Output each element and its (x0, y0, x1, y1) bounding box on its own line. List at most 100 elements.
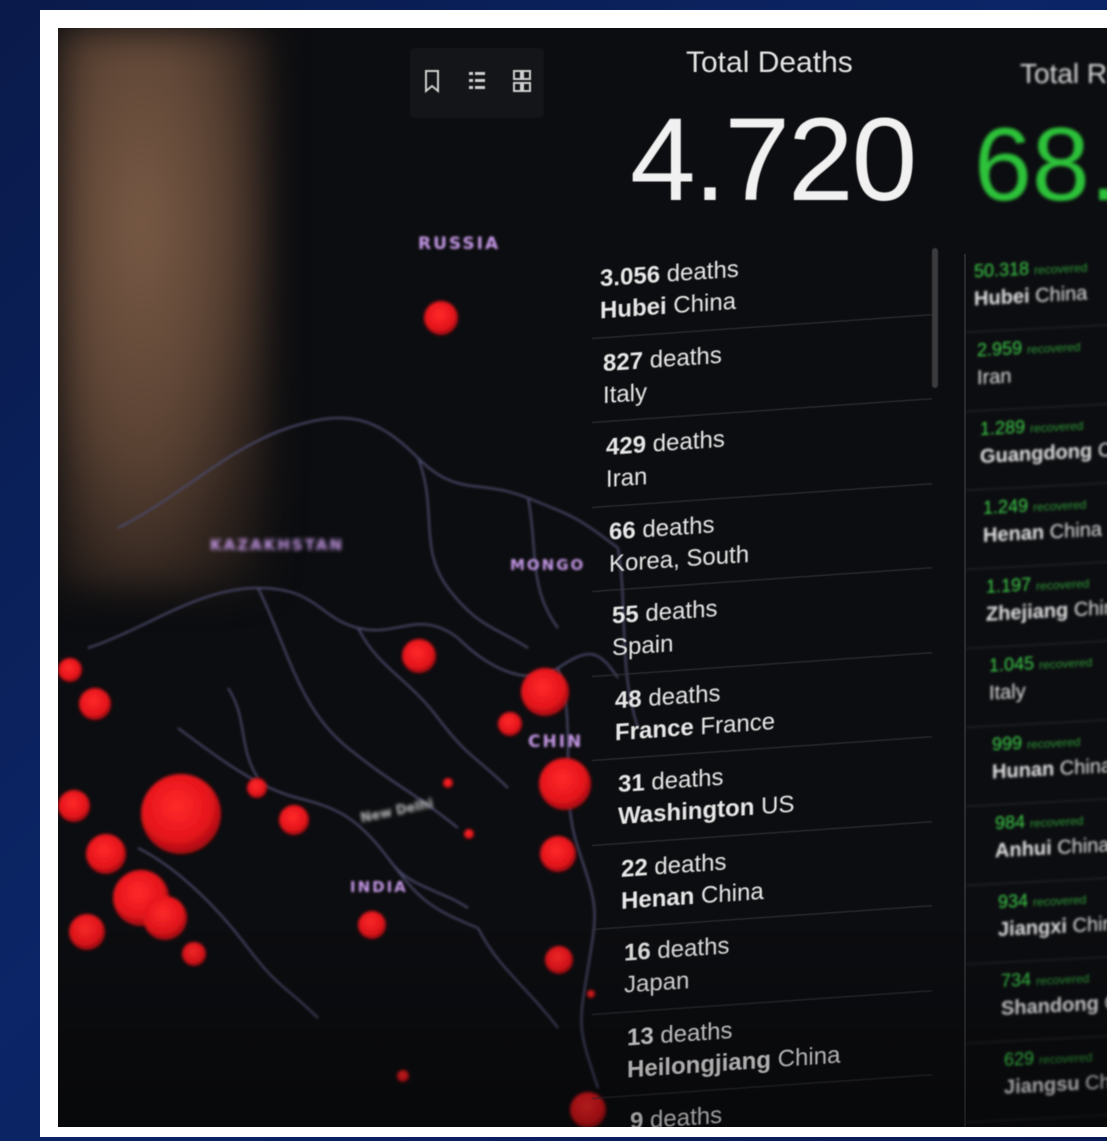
recovered-count: 1.249 (983, 495, 1029, 519)
map-label-india: INDIA (350, 878, 408, 896)
recovered-list-item[interactable]: 1.249 recovered Henan China (966, 483, 1107, 570)
death-unit: deaths (654, 848, 727, 881)
recovered-word: recovered (1034, 260, 1088, 278)
death-region: Korea, South (609, 540, 750, 578)
recovered-list-item[interactable]: 1.289 recovered Guangdong Chi (966, 404, 1107, 491)
recovered-list-item[interactable]: 734 recovered Shandong Ch (966, 957, 1107, 1044)
recovered-region: China (1059, 755, 1107, 780)
deaths-list: 3.056 deaths Hubei China 827 deaths Italy 4… (592, 230, 932, 1127)
death-count: 16 (624, 937, 651, 967)
recovered-list-item[interactable]: 999 recovered Hunan China (966, 720, 1107, 807)
recovered-list-item[interactable]: 984 recovered Anhui China (966, 799, 1107, 886)
recovered-list-item[interactable]: 1.045 recovered Italy (966, 641, 1107, 728)
recovered-region: Chi (1085, 1071, 1107, 1095)
recovered-word: recovered (1033, 892, 1087, 910)
deaths-list-scrollbar[interactable] (932, 248, 938, 388)
recovered-word: recovered (1030, 418, 1084, 436)
total-deaths-value: 4.720 (630, 94, 917, 226)
recovered-place: Jiangsu (1004, 1072, 1080, 1099)
death-unit: deaths (657, 932, 730, 965)
recovered-list-item[interactable]: 934 recovered Jiangxi China (966, 878, 1107, 965)
recovered-count: 984 (995, 811, 1026, 834)
death-count: 22 (621, 853, 648, 883)
recovered-region: Chi (1097, 438, 1107, 462)
recovered-place: Guangdong (980, 440, 1093, 469)
recovered-word: recovered (1036, 971, 1090, 989)
death-unit: deaths (666, 255, 739, 288)
recovered-region: Iran (977, 365, 1012, 390)
death-count: 827 (603, 346, 644, 377)
death-region: France (700, 707, 776, 740)
recovered-region: Italy (989, 680, 1026, 705)
death-place: France (615, 713, 694, 746)
recovered-count: 50.318 (974, 258, 1030, 282)
map-label-china: CHIN (528, 732, 584, 752)
map-label-kazakhstan: KAZAKHSTAN (210, 536, 344, 554)
recovered-place: Hubei (974, 285, 1030, 311)
death-place: Heilongjiang (627, 1045, 771, 1084)
death-place: Hubei (600, 292, 667, 325)
death-region: Spain (612, 630, 674, 662)
death-count: 66 (609, 516, 636, 546)
death-count: 55 (612, 600, 639, 630)
case-markers (58, 301, 606, 1127)
recovered-place: Anhui (995, 837, 1052, 863)
map-label-russia: RUSSIA (418, 234, 501, 254)
death-count: 429 (606, 431, 647, 462)
recovered-word: recovered (1039, 655, 1093, 673)
death-unit: deaths (648, 679, 721, 712)
dashboard-photo: RUSSIA KAZAKHSTAN MONGO CHIN INDIA New D… (58, 28, 1107, 1127)
recovered-region: China (1073, 596, 1107, 622)
map-toolbar (410, 48, 544, 118)
recovered-count: 2.959 (977, 337, 1023, 361)
recovered-word: recovered (1027, 734, 1081, 752)
death-unit: deaths (651, 763, 724, 796)
recovered-region: China (1057, 834, 1107, 860)
death-count: 3.056 (600, 261, 661, 293)
recovered-list: 50.318 recovered Hubei China 2.959 recover… (964, 246, 1107, 1127)
total-recovered-title: Total Re (1020, 58, 1107, 89)
recovered-count: 934 (998, 890, 1029, 913)
recovered-count: 1.289 (980, 416, 1026, 440)
death-region: Japan (624, 967, 690, 999)
recovered-word: recovered (1027, 339, 1081, 357)
death-count: 31 (618, 769, 645, 799)
grid-icon[interactable] (512, 68, 532, 99)
recovered-list-item[interactable]: 1.197 recovered Zhejiang China (966, 562, 1107, 649)
recovered-region: China (1049, 518, 1102, 544)
recovered-count: 629 (1004, 1048, 1035, 1070)
death-region: China (673, 287, 737, 320)
death-count: 9 (630, 1107, 644, 1127)
recovered-word: recovered (1030, 813, 1084, 831)
recovered-place: Shandong (1001, 992, 1099, 1021)
recovered-count: 1.045 (989, 653, 1035, 676)
death-count: 48 (615, 685, 642, 714)
total-deaths-title: Total Deaths (686, 46, 853, 79)
list-icon[interactable] (467, 68, 487, 99)
recovered-list-item[interactable]: 629 recovered Jiangsu Chi (966, 1036, 1107, 1123)
bookmark-icon[interactable] (422, 68, 442, 99)
country-borders (87, 417, 639, 1089)
death-region: China (701, 877, 764, 909)
death-unit: deaths (652, 425, 725, 458)
death-unit: deaths (645, 595, 718, 628)
recovered-count: 734 (1001, 969, 1032, 992)
death-unit: deaths (660, 1016, 733, 1049)
recovered-region: China (1035, 282, 1088, 308)
death-unit: deaths (649, 341, 722, 374)
recovered-count: 999 (992, 732, 1023, 755)
total-recovered-value: 68. (974, 107, 1107, 223)
death-place: Henan (621, 882, 695, 915)
recovered-word: recovered (1033, 497, 1087, 515)
map-label-mongolia: MONGO (510, 556, 586, 574)
recovered-place: Henan (983, 521, 1045, 548)
recovered-list-item[interactable]: 50.318 recovered Hubei China (966, 246, 1107, 333)
recovered-list-item[interactable]: 2.959 recovered Iran (966, 325, 1107, 412)
recovered-region: China (1072, 912, 1107, 938)
death-region: China (777, 1041, 841, 1073)
death-region: Italy (603, 378, 648, 409)
death-place: Washington (618, 793, 755, 831)
recovered-place: Jiangxi (998, 915, 1067, 942)
death-count: 13 (627, 1022, 654, 1052)
death-region: US (761, 790, 795, 821)
